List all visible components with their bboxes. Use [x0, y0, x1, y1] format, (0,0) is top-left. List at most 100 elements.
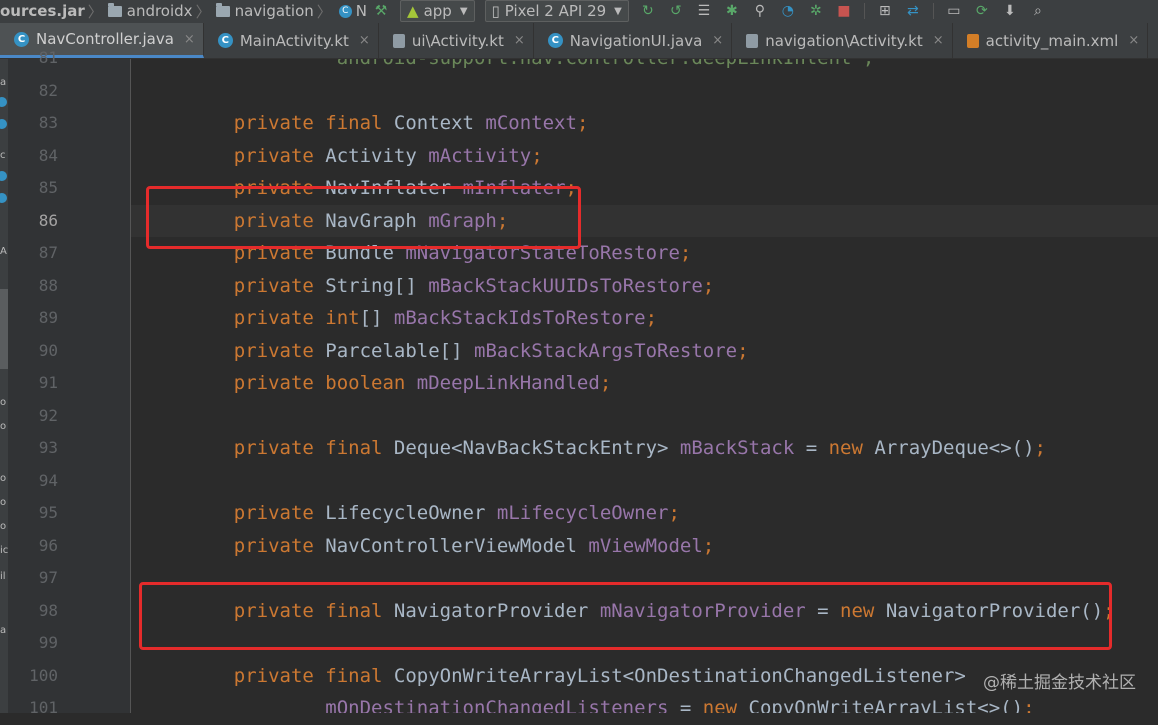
line-number[interactable]: 81	[8, 42, 58, 75]
tab-label: navigation\Activity.kt	[765, 31, 923, 50]
project-tree-fragment[interactable]: o	[0, 421, 8, 432]
breadcrumb-item[interactable]: navigation	[214, 0, 314, 22]
close-icon[interactable]: ×	[933, 33, 944, 48]
code-token: private boolean	[188, 372, 417, 394]
project-panel-edge[interactable]: acAleleoooooicila	[0, 59, 8, 713]
stop-icon[interactable]: ■	[833, 1, 855, 21]
code-line[interactable]: private boolean mDeepLinkHandled;	[188, 367, 612, 400]
line-number[interactable]: 82	[8, 75, 58, 108]
line-number[interactable]: 84	[8, 140, 58, 173]
line-number[interactable]: 96	[8, 530, 58, 563]
close-icon[interactable]: ×	[359, 33, 370, 48]
line-number[interactable]: 89	[8, 302, 58, 335]
breadcrumb-item[interactable]: C N	[335, 0, 367, 22]
line-number-gutter[interactable]: 81 82 83 84 85 86 87 88 89 90 91 92 93 94 95 96 97 98 99 10…	[8, 48, 131, 717]
tab-label: NavigationUI.java	[569, 31, 703, 50]
code-line[interactable]: "android-support.nav.controller.deepLink…	[188, 59, 874, 75]
terminal-icon[interactable]: ▭	[943, 1, 965, 21]
code-token: ;	[576, 112, 589, 134]
line-number[interactable]: 100	[8, 660, 58, 693]
tab-label: ui\Activity.kt	[411, 31, 504, 50]
run-config-select[interactable]: ▲ app ▼	[400, 0, 475, 22]
project-tree-fragment[interactable]: a	[0, 625, 8, 636]
sync-icon[interactable]: ⟳	[971, 1, 993, 21]
project-tree-fragment[interactable]: o	[0, 521, 8, 532]
sdk-manager-icon[interactable]: ⬇	[999, 1, 1021, 21]
code-token: =	[668, 697, 703, 713]
code-line[interactable]: private final Context mContext;	[188, 107, 589, 140]
code-line[interactable]: mOnDestinationChangedListeners = new Cop…	[188, 692, 1034, 713]
editor-tab[interactable]: activity_main.xml ×	[953, 23, 1149, 58]
line-number[interactable]: 92	[8, 400, 58, 433]
android-icon: ▲	[407, 2, 419, 20]
project-tree-fragment[interactable]: il	[0, 571, 8, 582]
class-icon: C	[338, 4, 352, 18]
debug-icon[interactable]: ✱	[721, 1, 743, 21]
code-token: ArrayDeque<>()	[874, 437, 1035, 459]
chevron-down-icon: ▼	[459, 5, 468, 17]
tab-label: MainActivity.kt	[239, 31, 349, 50]
code-line[interactable]: private Activity mActivity;	[188, 140, 543, 173]
code-line[interactable]: private Parcelable[] mBackStackArgsToRes…	[188, 335, 749, 368]
line-number[interactable]: 95	[8, 497, 58, 530]
search-icon[interactable]: ⌕	[1027, 1, 1049, 21]
apply-changes-icon[interactable]: ↻	[637, 1, 659, 21]
line-number[interactable]: 99	[8, 627, 58, 660]
project-tree-fragment[interactable]: ic	[0, 545, 8, 556]
line-number[interactable]: 101	[8, 692, 58, 725]
code-line[interactable]: private LifecycleOwner mLifecycleOwner;	[188, 497, 680, 530]
breadcrumb-item[interactable]: ources.jar	[0, 0, 85, 22]
line-number[interactable]: 91	[8, 367, 58, 400]
code-line[interactable]: private int[] mBackStackIdsToRestore;	[188, 302, 657, 335]
project-tree-fragment[interactable]: o	[0, 397, 8, 408]
project-tree-fragment[interactable]: o	[0, 497, 8, 508]
code-token: mActivity	[428, 144, 532, 167]
project-tree-fragment[interactable]: A	[0, 246, 8, 257]
scrollbar-thumb[interactable]	[0, 289, 8, 369]
project-tree-fragment[interactable]: c	[0, 150, 8, 161]
code-line[interactable]: private NavControllerViewModel mViewMode…	[188, 530, 714, 563]
line-number[interactable]: 85	[8, 172, 58, 205]
code-line[interactable]: private final Deque<NavBackStackEntry> m…	[188, 432, 1046, 465]
attach-debugger-icon[interactable]: ⚲	[749, 1, 771, 21]
line-number[interactable]: 97	[8, 562, 58, 595]
translate-icon[interactable]: ⇄	[902, 1, 924, 21]
apply-code-changes-icon[interactable]: ↺	[665, 1, 687, 21]
line-number[interactable]: 88	[8, 270, 58, 303]
list-icon[interactable]: ☰	[693, 1, 715, 21]
debug-app-icon[interactable]: ✲	[805, 1, 827, 21]
code-line[interactable]: private String[] mBackStackUUIDsToRestor…	[188, 270, 714, 303]
hammer-icon[interactable]: ⚒	[370, 1, 392, 21]
profiler-icon[interactable]: ◔	[777, 1, 799, 21]
project-tree-fragment[interactable]: a	[0, 77, 8, 88]
line-number[interactable]: 98	[8, 595, 58, 628]
line-number[interactable]: 94	[8, 465, 58, 498]
phone-icon: ▯	[491, 2, 500, 20]
editor-tab[interactable]: C NavigationUI.java ×	[534, 23, 733, 58]
line-number[interactable]: 90	[8, 335, 58, 368]
line-number[interactable]: 93	[8, 432, 58, 465]
line-number[interactable]: 83	[8, 107, 58, 140]
breadcrumb-item[interactable]: androidx	[106, 0, 193, 22]
code-token: mBackStackArgsToRestore	[474, 339, 738, 362]
code-line[interactable]: private final CopyOnWriteArrayList<OnDes…	[188, 660, 966, 693]
line-number[interactable]: 86	[8, 205, 58, 238]
code-token: Activity	[325, 144, 429, 167]
breadcrumb-separator: 〉	[195, 2, 211, 21]
device-select[interactable]: ▯ Pixel 2 API 29 ▼	[484, 0, 629, 22]
watermark: @稀土掘金技术社区	[983, 673, 1136, 693]
file-icon	[392, 33, 405, 48]
class-icon	[0, 193, 7, 203]
line-number[interactable]: 87	[8, 237, 58, 270]
close-icon[interactable]: ×	[1128, 33, 1139, 48]
layout-icon[interactable]: ⊞	[874, 1, 896, 21]
close-icon[interactable]: ×	[514, 33, 525, 48]
editor-tab[interactable]: navigation\Activity.kt ×	[732, 23, 953, 58]
close-icon[interactable]: ×	[184, 32, 195, 47]
editor-tab[interactable]: ui\Activity.kt ×	[379, 23, 534, 58]
project-tree-fragment[interactable]: o	[0, 473, 8, 484]
code-token: =	[794, 437, 829, 459]
close-icon[interactable]: ×	[712, 33, 723, 48]
code-token: private	[188, 502, 326, 524]
editor-tab[interactable]: C MainActivity.kt ×	[204, 23, 379, 58]
